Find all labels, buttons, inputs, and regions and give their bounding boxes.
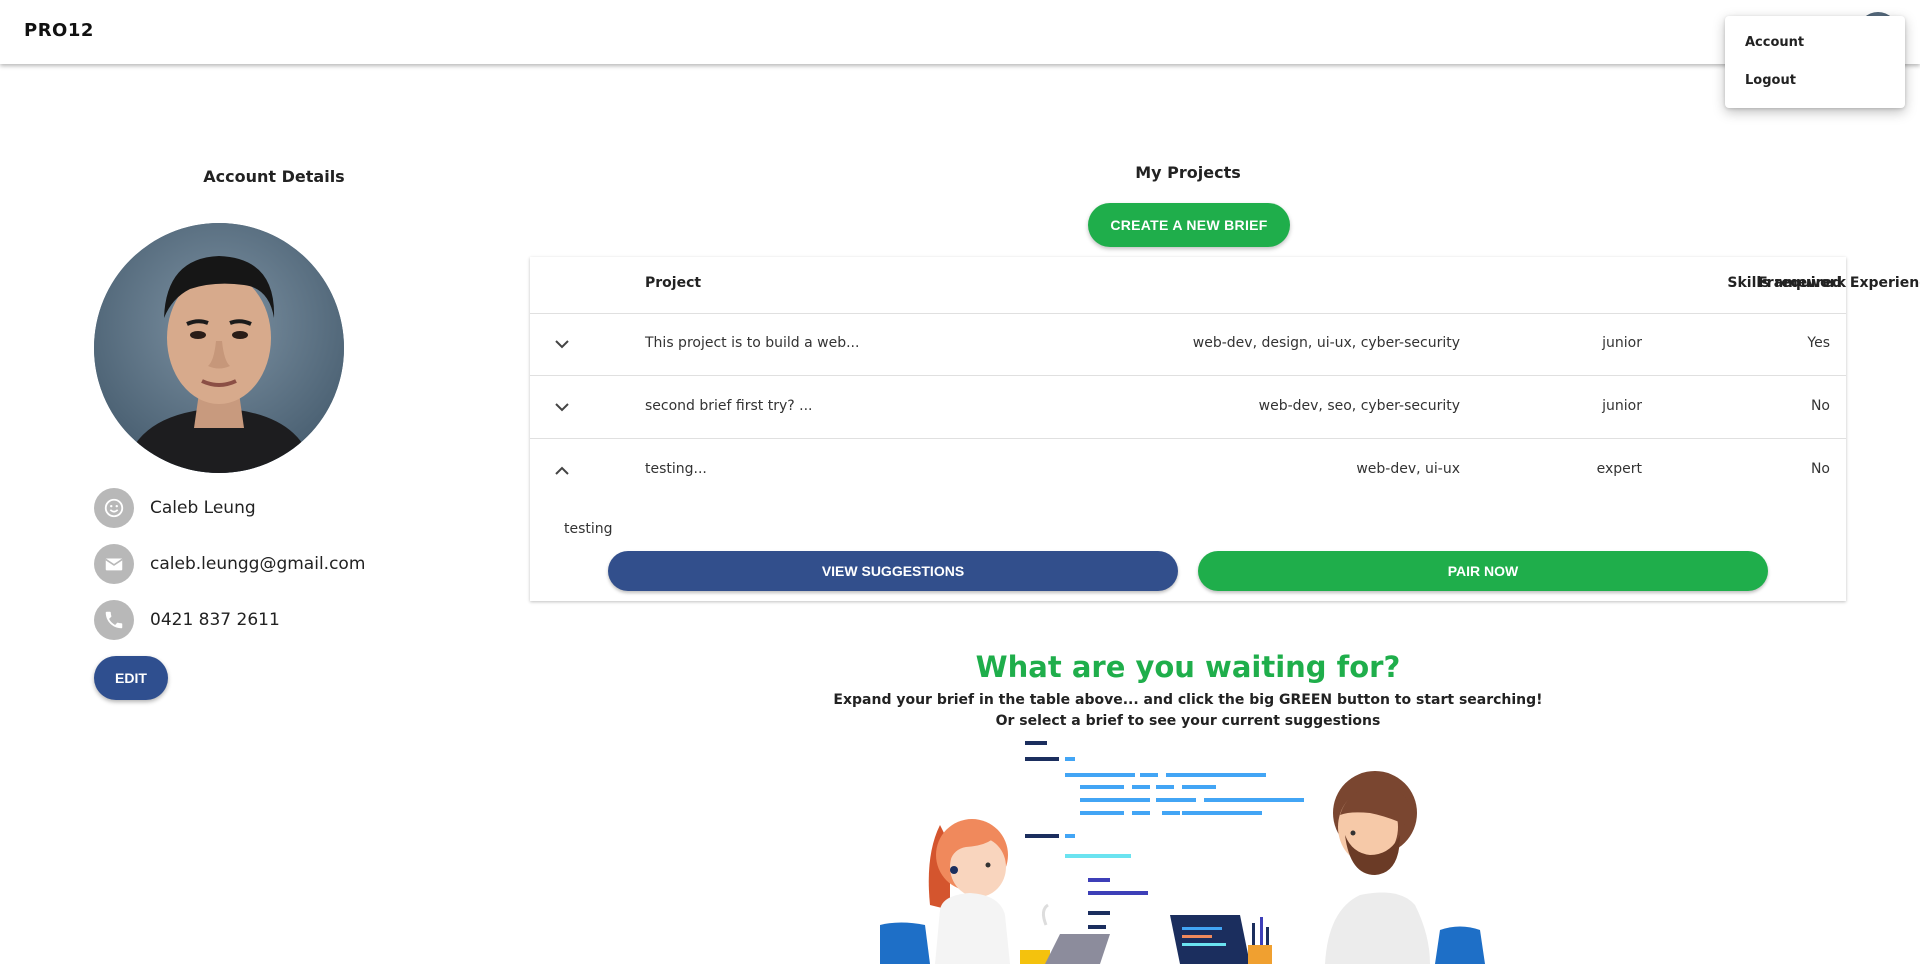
edit-account-button[interactable]: EDIT (94, 656, 168, 700)
row-framework: No (1810, 398, 1830, 414)
row-skills: web-dev, design, ui-ux, cyber-security (1192, 335, 1460, 351)
menu-item-logout[interactable]: Logout (1725, 62, 1905, 100)
row-project: testing... (645, 461, 707, 477)
row-experience: junior (1602, 335, 1642, 351)
column-header-framework-label: Framework (1758, 275, 1846, 291)
menu-item-account[interactable]: Account (1725, 24, 1905, 62)
header-divider (530, 313, 1846, 314)
row-experience: junior (1602, 398, 1642, 414)
account-details-title: Account Details (203, 167, 345, 186)
column-header-project[interactable]: Project (645, 275, 701, 291)
mail-icon (94, 544, 134, 584)
create-brief-button[interactable]: CREATE A NEW BRIEF (1088, 203, 1290, 247)
pair-programming-illustration (870, 735, 1510, 964)
row-project: second brief first try? ... (645, 398, 813, 414)
row-experience: expert (1596, 461, 1642, 477)
my-projects-title: My Projects (1135, 163, 1241, 182)
row-skills: web-dev, seo, cyber-security (1258, 398, 1460, 414)
row-divider (530, 438, 1846, 439)
cta-line-1: Expand your brief in the table above... … (833, 692, 1543, 708)
chevron-down-icon[interactable] (552, 334, 572, 354)
row-project: This project is to build a web... (645, 335, 860, 351)
column-header-experience-label: Experience (1849, 275, 1920, 291)
chevron-up-icon[interactable] (552, 460, 572, 480)
account-phone-row: 0421 837 2611 (94, 600, 280, 640)
projects-table: Project Skills required Experience Frame… (530, 257, 1920, 601)
top-app-bar: PRO12 (0, 0, 1920, 64)
row-skills: web-dev, ui-ux (1356, 461, 1460, 477)
account-phone: 0421 837 2611 (150, 610, 280, 630)
row-divider (530, 375, 1846, 376)
user-menu: Account Logout (1725, 16, 1905, 108)
row-framework: No (1810, 461, 1830, 477)
pair-now-button[interactable]: PAIR NOW (1198, 551, 1768, 591)
smiley-icon (94, 488, 134, 528)
brand-logo[interactable]: PRO12 (24, 20, 94, 41)
row-framework: Yes (1807, 335, 1830, 351)
cta-line-2: Or select a brief to see your current su… (995, 713, 1381, 729)
account-email-row: caleb.leungg@gmail.com (94, 544, 365, 584)
view-suggestions-button[interactable]: VIEW SUGGESTIONS (608, 551, 1178, 591)
account-name: Caleb Leung (150, 498, 256, 518)
account-email: caleb.leungg@gmail.com (150, 554, 366, 574)
phone-icon (94, 600, 134, 640)
chevron-down-icon[interactable] (552, 397, 572, 417)
account-name-row: Caleb Leung (94, 488, 256, 528)
brief-description: testing (564, 521, 613, 537)
cta-heading: What are you waiting for? (975, 650, 1401, 684)
profile-photo (94, 223, 344, 473)
